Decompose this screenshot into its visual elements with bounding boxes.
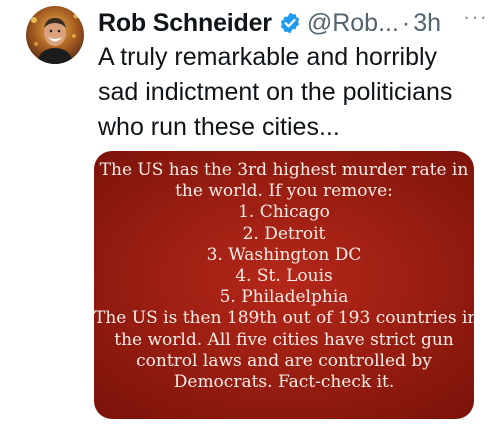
tweet-text-line: who run these cities... [98,113,340,141]
tweet-text: A truly remarkable and horribly sad indi… [98,40,490,145]
tweet-text-line: sad indictment on the politicians [98,78,453,106]
tweet-image[interactable]: The US has the 3rd highest murder rate i… [94,151,474,419]
author-name[interactable]: Rob Schneider [98,9,272,38]
verified-badge-icon [278,11,302,35]
image-list-item: 5. Philadelphia [219,287,349,308]
image-list-item: 2. Detroit [242,223,326,244]
image-list-item: 1. Chicago [238,202,330,223]
separator-dot: · [401,8,411,37]
image-text-line: The US has the 3rd highest murder rate i… [99,160,469,180]
image-text-line: Democrats. Fact-check it. [173,372,395,393]
image-text-line: the world. If you remove: [175,181,393,202]
avatar-photo [26,6,84,64]
tweet-header: Rob Schneider @Rob... · 3h ··· [98,4,488,40]
image-text-line: The US is then 189th out of 193 countrie… [94,308,474,329]
tweet-text-line: A truly remarkable and horribly [98,43,438,71]
image-text-line: control laws and are controlled by [136,350,432,371]
image-text: The US has the 3rd highest murder rate i… [94,160,474,393]
more-options-icon[interactable]: ··· [463,4,488,30]
image-list-item: 4. St. Louis [235,266,333,287]
avatar[interactable] [26,6,84,64]
image-list-item: 3. Washington DC [206,244,362,265]
image-text-line: the world. All five cities have strict g… [114,329,454,350]
author-handle[interactable]: @Rob... [307,9,399,38]
tweet-timestamp[interactable]: 3h [413,9,441,38]
